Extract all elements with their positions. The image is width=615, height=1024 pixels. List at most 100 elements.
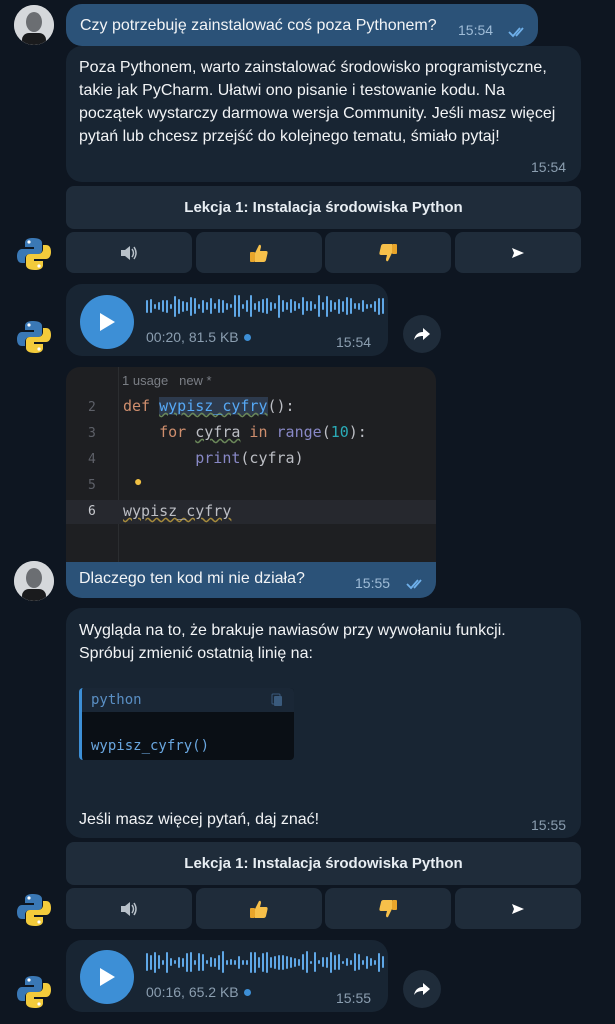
incoming-message[interactable]: Wygląda na to, że brakuje nawiasów przy … (66, 608, 581, 838)
waveform-bar (298, 303, 300, 309)
code-block[interactable]: python wypisz_cyfry() (79, 688, 294, 760)
speaker-button[interactable] (66, 232, 192, 273)
voice-info: 00:20, 81.5 KB (146, 329, 251, 345)
waveform-bar (166, 299, 168, 313)
waveform-bar (238, 955, 240, 969)
waveform-bar (182, 300, 184, 312)
speaker-icon (121, 901, 137, 916)
waveform-bar (374, 959, 376, 965)
voice-waveform[interactable] (146, 950, 384, 974)
waveform-bar (290, 956, 292, 968)
waveform-bar (254, 302, 256, 310)
waveform-bar (234, 959, 236, 965)
waveform-bar (170, 303, 172, 309)
incoming-message[interactable]: Poza Pythonem, warto zainstalować środow… (66, 46, 581, 182)
play-button[interactable] (80, 295, 134, 349)
waveform-bar (262, 299, 264, 313)
message-text: Poza Pythonem, warto zainstalować środow… (79, 59, 560, 145)
waveform-bar (242, 959, 244, 965)
code-screenshot[interactable]: 1 usage new * 2 3 4 5 6 def wypisz_cyfry… (66, 367, 436, 563)
waveform-bar (382, 956, 384, 968)
waveform-bar (198, 953, 200, 971)
user-avatar[interactable] (14, 5, 54, 45)
waveform-bar (314, 303, 316, 309)
waveform-bar (318, 960, 320, 964)
python-bot-avatar[interactable] (14, 234, 54, 274)
waveform-bar (202, 299, 204, 313)
waveform-bar (218, 954, 220, 970)
forward-button[interactable] (403, 315, 441, 353)
waveform-bar (294, 301, 296, 311)
waveform-bar (266, 951, 268, 973)
waveform-bar (310, 960, 312, 964)
outgoing-message[interactable]: Czy potrzebuję zainstalować coś poza Pyt… (66, 4, 538, 46)
waveform-bar (286, 955, 288, 969)
voice-message[interactable]: 00:20, 81.5 KB 15:54 (66, 284, 388, 356)
waveform-bar (226, 302, 228, 310)
message-text: Dlaczego ten kod mi nie działa? (79, 570, 305, 587)
waveform-bar (186, 301, 188, 311)
outgoing-message[interactable]: Dlaczego ten kod mi nie działa? 15:55 (66, 562, 436, 598)
code-language-label: python (91, 692, 142, 708)
waveform-bar (330, 300, 332, 312)
waveform-bar (270, 956, 272, 968)
waveform-bar (358, 302, 360, 310)
thumbs-down-button[interactable] (325, 888, 451, 929)
waveform-bar (162, 300, 164, 312)
message-time: 15:54 (336, 334, 372, 350)
lesson-button[interactable]: Lekcja 1: Instalacja środowiska Python (66, 186, 581, 229)
waveform-bar (342, 300, 344, 312)
send-button[interactable] (455, 232, 581, 273)
voice-waveform[interactable] (146, 294, 384, 318)
unplayed-dot (243, 989, 251, 996)
lightbulb-icon: ● (134, 473, 143, 489)
waveform-bar (330, 951, 332, 973)
waveform-bar (262, 952, 264, 972)
python-bot-avatar[interactable] (14, 890, 54, 930)
waveform-bar (210, 957, 212, 967)
code-line: print(cyfra) (123, 449, 304, 467)
waveform-bar (230, 959, 232, 965)
python-bot-avatar[interactable] (14, 972, 54, 1012)
waveform-bar (358, 954, 360, 970)
speaker-button[interactable] (66, 888, 192, 929)
forward-button[interactable] (403, 970, 441, 1008)
waveform-bar (370, 304, 372, 308)
thumbs-up-button[interactable] (196, 232, 322, 273)
waveform-bar (306, 301, 308, 311)
waveform-bar (366, 955, 368, 969)
waveform-bar (250, 951, 252, 973)
line-number: 6 (88, 504, 96, 519)
waveform-bar (278, 294, 280, 318)
python-bot-avatar[interactable] (14, 317, 54, 357)
usage-hint: 1 usage new * (122, 373, 212, 388)
thumbs-up-button[interactable] (196, 888, 322, 929)
lesson-button[interactable]: Lekcja 1: Instalacja środowiska Python (66, 842, 581, 885)
waveform-bar (294, 957, 296, 967)
code-content: wypisz_cyfry() (91, 738, 210, 754)
user-avatar[interactable] (14, 561, 54, 601)
send-icon (512, 903, 524, 914)
waveform-bar (162, 959, 164, 965)
waveform-bar (174, 960, 176, 964)
waveform-bar (350, 959, 352, 965)
waveform-bar (250, 295, 252, 317)
waveform-bar (338, 954, 340, 970)
copy-icon[interactable] (271, 693, 283, 707)
send-icon (512, 247, 524, 258)
waveform-bar (234, 295, 236, 317)
voice-message[interactable]: 00:16, 65.2 KB 15:55 (66, 940, 388, 1012)
send-button[interactable] (455, 888, 581, 929)
waveform-bar (362, 959, 364, 965)
voice-duration-size: 00:20, 81.5 KB (146, 329, 239, 345)
waveform-bar (282, 300, 284, 312)
waveform-bar (194, 959, 196, 965)
waveform-bar (370, 958, 372, 966)
play-button[interactable] (80, 950, 134, 1004)
waveform-bar (190, 296, 192, 316)
waveform-bar (210, 298, 212, 314)
thumbs-down-button[interactable] (325, 232, 451, 273)
waveform-bar (266, 298, 268, 314)
waveform-bar (238, 295, 240, 317)
waveform-bar (206, 302, 208, 310)
